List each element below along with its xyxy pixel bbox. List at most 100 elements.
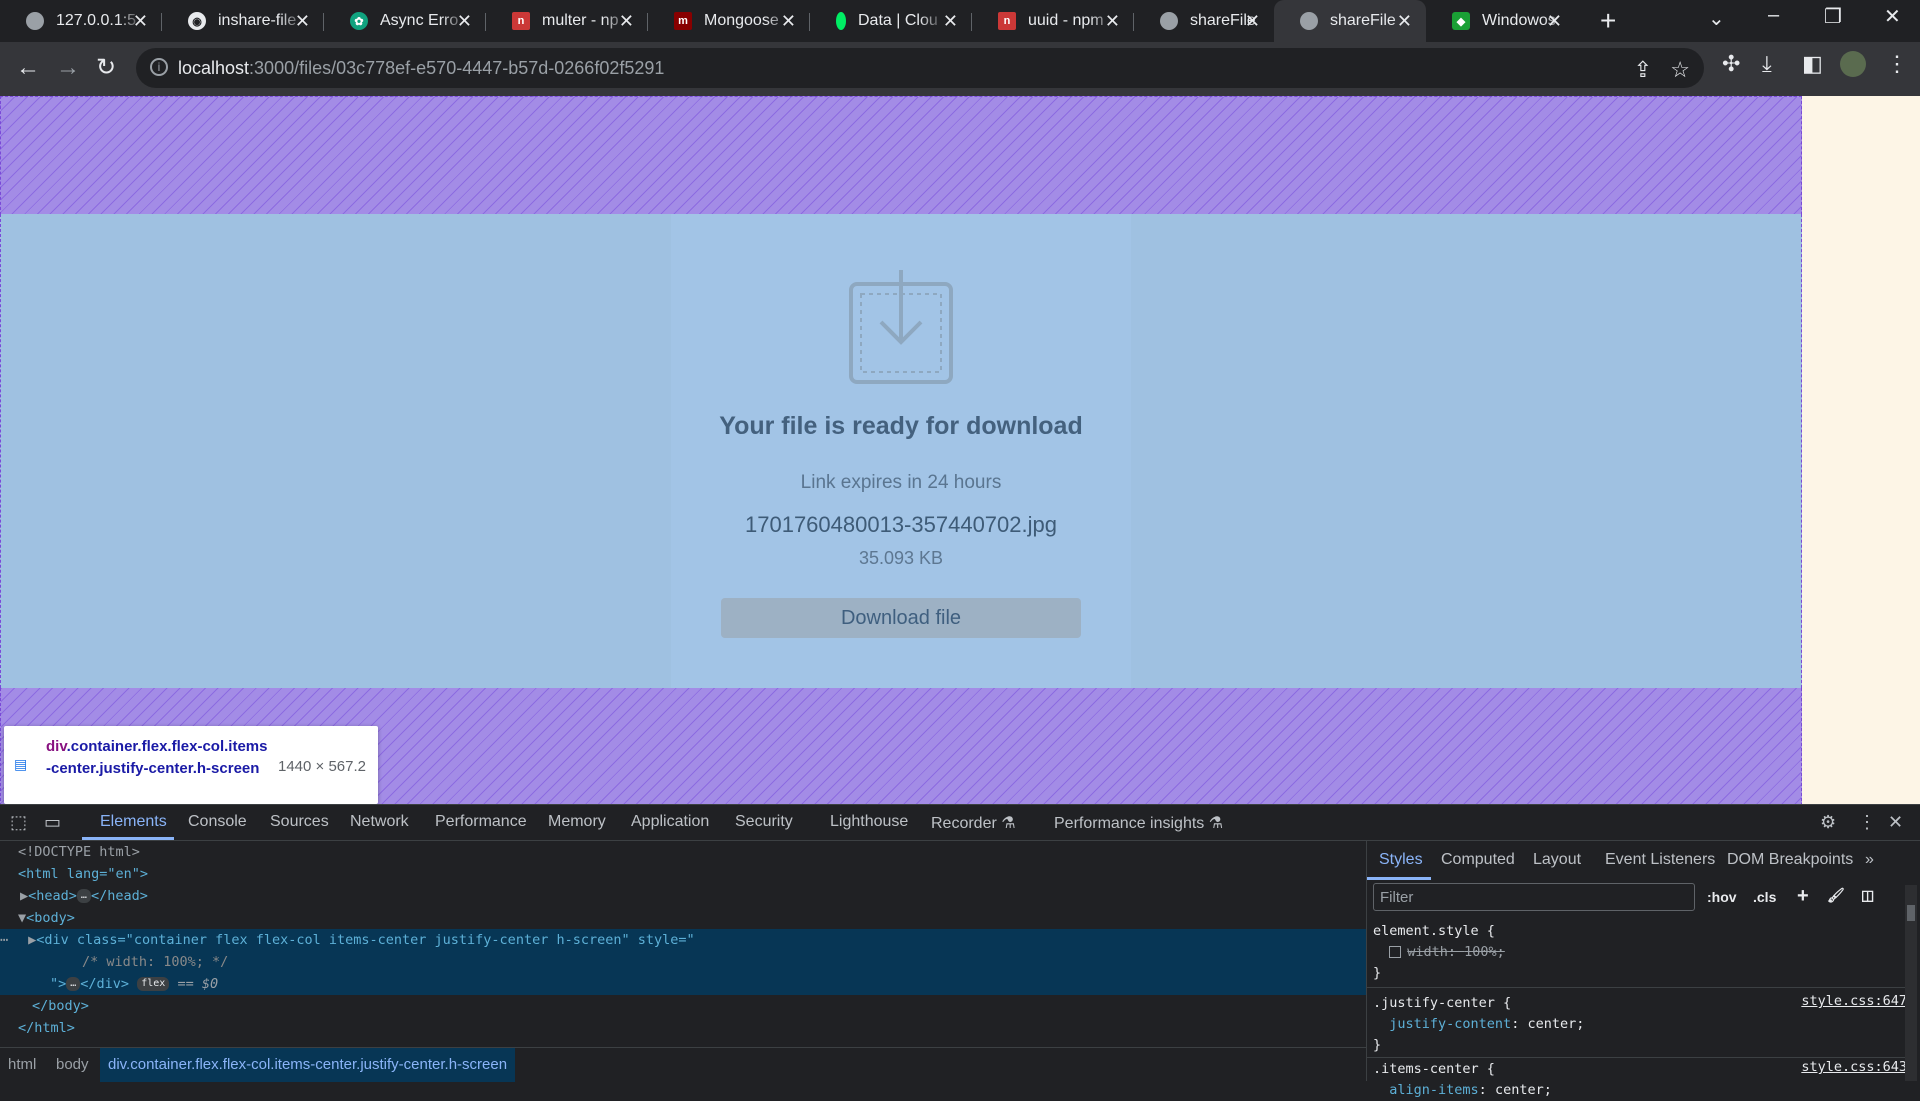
tab-sources[interactable]: Sources bbox=[270, 813, 329, 831]
close-tab-icon[interactable]: ✕ bbox=[1245, 11, 1260, 32]
close-tab-icon[interactable]: ✕ bbox=[1397, 11, 1412, 32]
dom-line-head[interactable]: ▶<head>… </head> bbox=[0, 885, 1366, 907]
address-bar[interactable]: i localhost:3000/files/03c778ef-e570-444… bbox=[136, 48, 1704, 88]
dollar-zero: == $0 bbox=[177, 976, 219, 992]
tab-recorder[interactable]: Recorder ⚗ bbox=[931, 813, 1016, 833]
dom-line-html-close[interactable]: </html> bbox=[0, 1017, 1366, 1039]
ellipsis-badge[interactable]: … bbox=[66, 977, 81, 991]
dom-line-div-close[interactable]: ">… </div> flex == $0 bbox=[0, 973, 1366, 995]
minimize-icon[interactable]: – bbox=[1768, 4, 1779, 27]
download-icon[interactable]: ⤓ bbox=[1762, 51, 1772, 77]
tab-elements[interactable]: Elements bbox=[100, 813, 167, 831]
dom-line-html[interactable]: <html lang="en"> bbox=[0, 863, 1366, 885]
breadcrumb-html[interactable]: html bbox=[8, 1056, 36, 1073]
dom-line-div-selected[interactable]: ⋯ ▶<div class="container flex flex-col it… bbox=[0, 929, 1366, 951]
inspect-element-icon[interactable]: ⬚ bbox=[10, 812, 27, 833]
paint-brush-icon[interactable]: 🖌 bbox=[1827, 887, 1845, 904]
close-tab-icon[interactable]: ✕ bbox=[781, 11, 796, 32]
close-tab-icon[interactable]: ✕ bbox=[1547, 11, 1562, 32]
close-tab-icon[interactable]: ✕ bbox=[295, 11, 310, 32]
tab-3[interactable]: ✿ Async Erro ✕ bbox=[324, 0, 486, 42]
restore-icon[interactable]: ❐ bbox=[1824, 4, 1842, 29]
dom-line-div-comment[interactable]: /* width: 100%; */ bbox=[0, 951, 1366, 973]
devtools-menu-icon[interactable]: ⋮ bbox=[1858, 812, 1876, 833]
cls-toggle[interactable]: .cls bbox=[1753, 889, 1776, 905]
dom-line-body-close[interactable]: </body> bbox=[0, 995, 1366, 1017]
dom-line-doctype[interactable]: <!DOCTYPE html> bbox=[0, 841, 1366, 863]
expand-triangle-icon[interactable]: ▶ bbox=[8, 932, 36, 948]
tab-network[interactable]: Network bbox=[350, 813, 409, 831]
close-tab-icon[interactable]: ✕ bbox=[133, 11, 148, 32]
tab-dom-breakpoints[interactable]: DOM Breakpoints bbox=[1727, 851, 1853, 869]
download-button[interactable]: Download file bbox=[721, 598, 1081, 638]
rule-value[interactable]: center; bbox=[1527, 1016, 1584, 1032]
tab-1[interactable]: 127.0.0.1:5 ✕ bbox=[0, 0, 162, 42]
collapse-triangle-icon[interactable]: ▼ bbox=[0, 910, 26, 926]
tab-event-listeners[interactable]: Event Listeners bbox=[1605, 851, 1715, 869]
close-tab-icon[interactable]: ✕ bbox=[619, 11, 634, 32]
more-actions-icon[interactable]: ⋯ bbox=[0, 932, 8, 948]
back-icon[interactable]: ← bbox=[16, 54, 40, 82]
tab-2[interactable]: ◉ inshare-file ✕ bbox=[162, 0, 324, 42]
close-tab-icon[interactable]: ✕ bbox=[1105, 11, 1120, 32]
device-toolbar-icon[interactable]: ▭ bbox=[44, 812, 61, 833]
tab-layout[interactable]: Layout bbox=[1533, 851, 1581, 869]
close-tab-icon[interactable]: ✕ bbox=[457, 11, 472, 32]
tab-console[interactable]: Console bbox=[188, 813, 247, 831]
bookmark-star-icon[interactable]: ☆ bbox=[1670, 57, 1690, 83]
tab-computed[interactable]: Computed bbox=[1441, 851, 1515, 869]
reload-icon[interactable]: ↻ bbox=[96, 54, 116, 82]
styles-filter[interactable] bbox=[1373, 883, 1695, 911]
tab-memory[interactable]: Memory bbox=[548, 813, 606, 831]
settings-gear-icon[interactable]: ⚙ bbox=[1820, 812, 1836, 833]
rule-property[interactable]: width bbox=[1407, 944, 1448, 960]
tab-performance-insights[interactable]: Performance insights ⚗ bbox=[1054, 813, 1223, 833]
tab-security[interactable]: Security bbox=[735, 813, 793, 831]
flex-badge[interactable]: flex bbox=[137, 977, 170, 991]
window-close-icon[interactable]: ✕ bbox=[1884, 4, 1901, 29]
new-tab-icon[interactable]: + bbox=[1600, 6, 1616, 36]
scrollbar-thumb[interactable] bbox=[1907, 905, 1915, 921]
breadcrumb-body[interactable]: body bbox=[56, 1056, 89, 1073]
side-panel-icon[interactable]: ◧ bbox=[1802, 51, 1823, 77]
profile-avatar[interactable] bbox=[1840, 51, 1866, 77]
property-checkbox[interactable] bbox=[1389, 946, 1402, 958]
extensions-puzzle-icon[interactable]: ✣ bbox=[1722, 51, 1740, 77]
forward-icon[interactable]: → bbox=[56, 54, 80, 82]
styles-scrollbar[interactable] bbox=[1905, 885, 1917, 1081]
filter-input[interactable] bbox=[1374, 884, 1694, 910]
tab-9-active[interactable]: shareFile ✕ bbox=[1274, 0, 1426, 42]
menu-kebab-icon[interactable]: ⋮ bbox=[1886, 51, 1908, 77]
close-tab-icon[interactable]: ✕ bbox=[943, 11, 958, 32]
url-text[interactable]: localhost:3000/files/03c778ef-e570-4447-… bbox=[178, 58, 664, 79]
rule-source-link[interactable]: style.css:643 bbox=[1801, 1059, 1907, 1075]
devtools-close-icon[interactable]: ✕ bbox=[1888, 812, 1903, 833]
new-rule-plus-icon[interactable]: + bbox=[1797, 885, 1809, 908]
rule-value[interactable]: 100%; bbox=[1464, 944, 1505, 960]
rule-source-link[interactable]: style.css:647 bbox=[1801, 993, 1907, 1009]
tab-5[interactable]: m Mongoose ✕ bbox=[648, 0, 810, 42]
site-info-icon[interactable]: i bbox=[150, 58, 168, 76]
toggle-sidebar-icon[interactable]: ◫ bbox=[1861, 887, 1874, 904]
tab-performance[interactable]: Performance bbox=[435, 813, 527, 831]
dom-line-body[interactable]: ▼<body> bbox=[0, 907, 1366, 929]
ellipsis-badge[interactable]: … bbox=[76, 889, 91, 903]
breadcrumb-div[interactable]: div.container.flex.flex-col.items-center… bbox=[100, 1048, 516, 1082]
hov-toggle[interactable]: :hov bbox=[1707, 889, 1737, 905]
share-icon[interactable]: ⇪ bbox=[1634, 57, 1652, 83]
tab-8[interactable]: shareFile ✕ bbox=[1134, 0, 1274, 42]
more-tabs-icon[interactable]: » bbox=[1865, 851, 1874, 869]
expand-triangle-icon[interactable]: ▶ bbox=[0, 888, 28, 904]
tab-lighthouse[interactable]: Lighthouse bbox=[830, 813, 908, 831]
body-close-tag: </body> bbox=[32, 998, 89, 1014]
tab-4[interactable]: n multer - np ✕ bbox=[486, 0, 648, 42]
tab-styles[interactable]: Styles bbox=[1379, 851, 1423, 869]
rule-value[interactable]: center; bbox=[1495, 1082, 1552, 1098]
tab-application[interactable]: Application bbox=[631, 813, 709, 831]
tab-search-chevron-icon[interactable]: ⌄ bbox=[1708, 6, 1725, 31]
tab-6[interactable]: Data | Clou ✕ bbox=[810, 0, 972, 42]
tab-10[interactable]: ◆ Windowos ✕ bbox=[1426, 0, 1576, 42]
tab-7[interactable]: n uuid - npm ✕ bbox=[972, 0, 1134, 42]
rule-property[interactable]: justify-content bbox=[1389, 1016, 1511, 1032]
rule-property[interactable]: align-items bbox=[1389, 1082, 1478, 1098]
